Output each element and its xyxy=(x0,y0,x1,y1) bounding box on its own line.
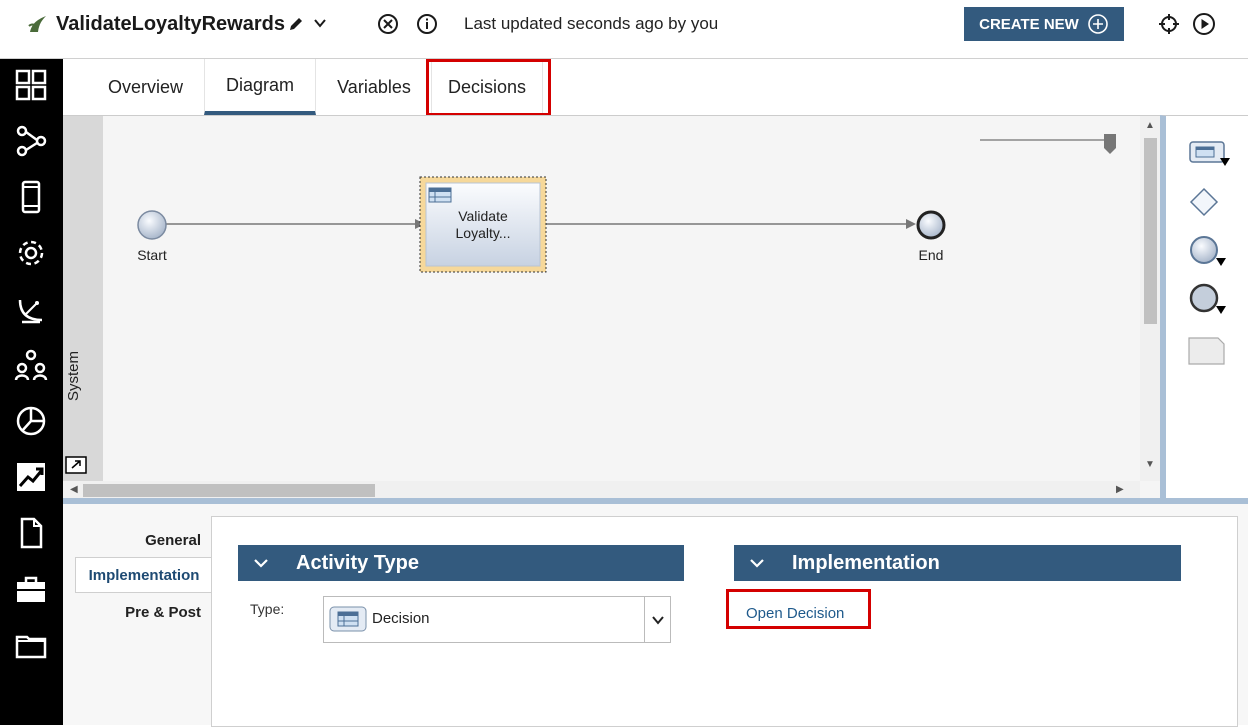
activity-type-heading: Activity Type xyxy=(296,551,419,574)
activity-label-line2: Loyalty... xyxy=(456,225,511,241)
implementation-heading: Implementation xyxy=(792,551,940,574)
create-new-label: CREATE NEW xyxy=(979,15,1079,33)
type-select-dropdown-button[interactable] xyxy=(644,597,670,642)
last-updated-status: Last updated seconds ago by you xyxy=(464,14,719,33)
activity-icon[interactable] xyxy=(1186,138,1232,172)
end-event-label: End xyxy=(919,247,944,263)
scroll-left-arrow[interactable]: ◀ xyxy=(70,484,78,495)
tab-variables[interactable]: Variables xyxy=(317,59,431,115)
chevron-down-icon[interactable] xyxy=(748,554,766,572)
team-icon[interactable] xyxy=(14,348,48,382)
document-icon[interactable] xyxy=(14,516,48,550)
folder-icon[interactable] xyxy=(14,628,48,662)
vertical-scroll-thumb[interactable] xyxy=(1144,138,1157,324)
side-tab-pre-post[interactable]: Pre & Post xyxy=(75,594,212,630)
chevron-down-icon[interactable] xyxy=(252,554,270,572)
chevron-down-icon[interactable] xyxy=(312,15,328,31)
vertical-scrollbar[interactable]: ▲ ▼ xyxy=(1140,116,1160,481)
activity-validate-loyalty[interactable]: Validate Loyalty... xyxy=(419,176,547,273)
activity-type-section-header[interactable]: Activity Type xyxy=(238,545,684,581)
plus-circle-icon xyxy=(1088,14,1108,34)
horizontal-scroll-thumb[interactable] xyxy=(83,484,375,497)
implementation-section-header[interactable]: Implementation xyxy=(734,545,1181,581)
properties-panel: General Implementation Pre & Post Activi… xyxy=(63,498,1248,727)
side-tab-implementation[interactable]: Implementation xyxy=(75,557,212,593)
scroll-right-arrow[interactable]: ▶ xyxy=(1116,484,1124,495)
decision-table-icon xyxy=(428,187,452,203)
end-event[interactable] xyxy=(916,210,946,240)
trend-icon[interactable] xyxy=(14,460,48,494)
app-logo-icon xyxy=(28,16,46,32)
info-icon[interactable] xyxy=(416,13,438,35)
implementation-content: Activity Type Implementation Type: Decis… xyxy=(211,516,1238,727)
scroll-down-arrow[interactable]: ▼ xyxy=(1145,459,1155,470)
expand-lane-icon[interactable] xyxy=(65,456,87,474)
type-label: Type: xyxy=(250,601,285,617)
tab-overview[interactable]: Overview xyxy=(83,59,208,115)
pie-chart-icon[interactable] xyxy=(14,404,48,438)
side-tab-general[interactable]: General xyxy=(75,522,212,558)
toolbox-icon[interactable] xyxy=(14,572,48,606)
start-event-label: Start xyxy=(137,247,167,263)
end-event-icon[interactable] xyxy=(1186,282,1232,316)
pencil-icon[interactable] xyxy=(287,15,305,33)
chevron-down-icon xyxy=(651,615,664,625)
tab-diagram[interactable]: Diagram xyxy=(204,59,316,115)
note-icon[interactable] xyxy=(1186,334,1232,368)
app-title: ValidateLoyaltyRewards xyxy=(56,13,285,35)
open-decision-highlight xyxy=(726,589,871,629)
process-diagram: Start Validate Loyalty... End xyxy=(137,134,1116,273)
type-select-value: Decision xyxy=(372,610,430,627)
activity-label-line1: Validate xyxy=(458,208,508,224)
zoom-slider[interactable] xyxy=(980,134,1116,154)
swimlane-label: System xyxy=(65,350,82,401)
flow-arrowhead xyxy=(906,219,916,229)
gateway-icon[interactable] xyxy=(1186,186,1232,220)
decision-icon xyxy=(329,606,367,632)
element-palette xyxy=(1160,115,1248,498)
activity-type-select[interactable]: Decision xyxy=(323,596,671,643)
diagram-canvas[interactable]: System Start Validate Loyalty... End ▲ ▼… xyxy=(63,115,1160,499)
scroll-up-arrow[interactable]: ▲ xyxy=(1145,120,1155,131)
satellite-icon[interactable] xyxy=(14,292,48,326)
settings-icon[interactable] xyxy=(14,236,48,270)
top-bar: ValidateLoyaltyRewards Last updated seco… xyxy=(0,0,1248,59)
decisions-tab-highlight xyxy=(426,59,551,116)
horizontal-scrollbar[interactable]: ◀ ▶ xyxy=(63,481,1140,499)
start-event[interactable] xyxy=(137,210,167,240)
play-icon[interactable] xyxy=(1192,12,1216,36)
tab-bar: Overview Diagram Variables Decisions xyxy=(63,59,1248,115)
create-new-button[interactable]: CREATE NEW xyxy=(964,7,1124,41)
mobile-icon[interactable] xyxy=(14,180,48,214)
crosshair-icon[interactable] xyxy=(1157,12,1181,36)
dashboard-icon[interactable] xyxy=(14,68,48,102)
start-event-icon[interactable] xyxy=(1186,234,1232,268)
left-navigation xyxy=(0,59,63,725)
swimlane-header: System xyxy=(63,116,103,481)
process-icon[interactable] xyxy=(14,124,48,158)
close-circle-icon[interactable] xyxy=(377,13,399,35)
